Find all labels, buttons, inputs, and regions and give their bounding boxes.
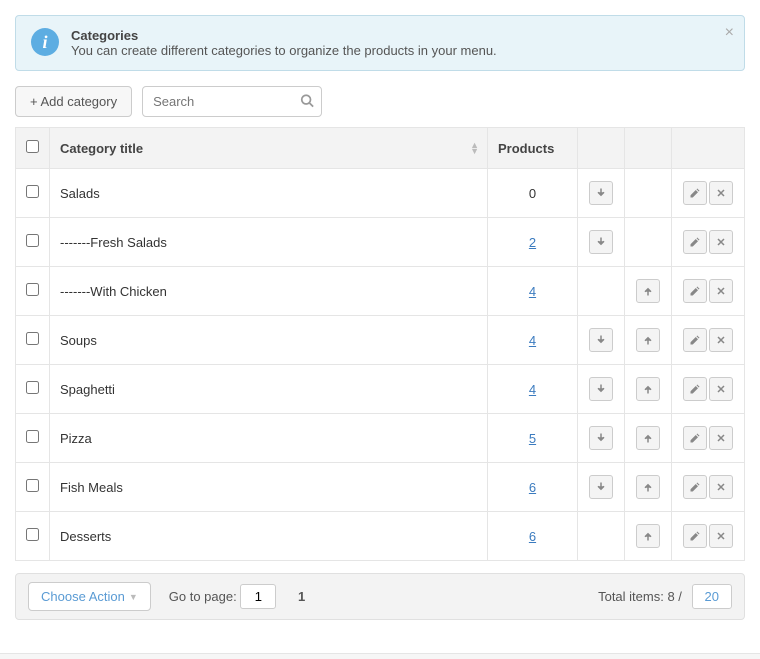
products-link[interactable]: 5 xyxy=(529,431,536,446)
edit-button[interactable] xyxy=(683,524,707,548)
toolbar: + Add category xyxy=(15,86,745,117)
edit-button[interactable] xyxy=(683,181,707,205)
move-up-button[interactable] xyxy=(636,426,660,450)
current-page: 1 xyxy=(298,589,305,604)
header-title[interactable]: Category title xyxy=(60,141,143,156)
products-link[interactable]: 4 xyxy=(529,284,536,299)
row-checkbox[interactable] xyxy=(26,234,39,247)
edit-button[interactable] xyxy=(683,475,707,499)
category-title-cell: Spaghetti xyxy=(50,365,488,414)
per-page-select[interactable]: 20 xyxy=(692,584,732,609)
move-down-button[interactable] xyxy=(589,475,613,499)
row-checkbox[interactable] xyxy=(26,283,39,296)
table-row: Pizza 5 xyxy=(16,414,745,463)
edit-button[interactable] xyxy=(683,279,707,303)
products-link[interactable]: 4 xyxy=(529,333,536,348)
select-all-checkbox[interactable] xyxy=(26,140,39,153)
move-down-button[interactable] xyxy=(589,230,613,254)
row-checkbox[interactable] xyxy=(26,332,39,345)
delete-button[interactable] xyxy=(709,328,733,352)
categories-table: Category title ▲▼ Products Salads0------… xyxy=(15,127,745,561)
edit-button[interactable] xyxy=(683,230,707,254)
delete-button[interactable] xyxy=(709,426,733,450)
info-banner: i Categories You can create different ca… xyxy=(15,15,745,71)
table-row: Fish Meals 6 xyxy=(16,463,745,512)
banner-text: You can create different categories to o… xyxy=(71,43,497,58)
move-up-button[interactable] xyxy=(636,524,660,548)
products-link[interactable]: 6 xyxy=(529,480,536,495)
info-icon: i xyxy=(31,28,59,56)
delete-button[interactable] xyxy=(709,475,733,499)
sort-icon[interactable]: ▲▼ xyxy=(470,142,479,154)
category-title-cell: Pizza xyxy=(50,414,488,463)
category-title-cell: -------Fresh Salads xyxy=(50,218,488,267)
page-divider xyxy=(0,653,760,659)
row-checkbox[interactable] xyxy=(26,430,39,443)
category-title-cell: -------With Chicken xyxy=(50,267,488,316)
products-link[interactable]: 2 xyxy=(529,235,536,250)
table-row: Salads0 xyxy=(16,169,745,218)
table-row: Spaghetti 4 xyxy=(16,365,745,414)
edit-button[interactable] xyxy=(683,377,707,401)
row-checkbox[interactable] xyxy=(26,528,39,541)
delete-button[interactable] xyxy=(709,377,733,401)
total-items-label: Total items: 8 / xyxy=(598,589,682,604)
table-row: Soups 4 xyxy=(16,316,745,365)
category-title-cell: Soups xyxy=(50,316,488,365)
move-down-button[interactable] xyxy=(589,377,613,401)
delete-button[interactable] xyxy=(709,524,733,548)
edit-button[interactable] xyxy=(683,328,707,352)
table-row: -------Fresh Salads 2 xyxy=(16,218,745,267)
table-row: -------With Chicken 4 xyxy=(16,267,745,316)
category-title-cell: Salads xyxy=(50,169,488,218)
close-icon[interactable]: × xyxy=(725,24,734,42)
move-down-button[interactable] xyxy=(589,426,613,450)
banner-title: Categories xyxy=(71,28,497,43)
table-row: Desserts 6 xyxy=(16,512,745,561)
row-checkbox[interactable] xyxy=(26,185,39,198)
chevron-down-icon: ▼ xyxy=(129,592,138,602)
edit-button[interactable] xyxy=(683,426,707,450)
footer-bar: Choose Action ▼ Go to page: 1 Total item… xyxy=(15,573,745,620)
delete-button[interactable] xyxy=(709,279,733,303)
move-up-button[interactable] xyxy=(636,475,660,499)
goto-page-input[interactable] xyxy=(240,584,276,609)
goto-label: Go to page: xyxy=(169,589,237,604)
move-up-button[interactable] xyxy=(636,279,660,303)
row-checkbox[interactable] xyxy=(26,381,39,394)
row-checkbox[interactable] xyxy=(26,479,39,492)
search-input[interactable] xyxy=(142,86,322,117)
move-down-button[interactable] xyxy=(589,181,613,205)
search-icon xyxy=(300,93,314,110)
move-up-button[interactable] xyxy=(636,328,660,352)
products-link[interactable]: 4 xyxy=(529,382,536,397)
choose-action-dropdown[interactable]: Choose Action ▼ xyxy=(28,582,151,611)
category-title-cell: Desserts xyxy=(50,512,488,561)
products-count: 0 xyxy=(488,169,578,218)
add-category-button[interactable]: + Add category xyxy=(15,86,132,117)
category-title-cell: Fish Meals xyxy=(50,463,488,512)
header-products: Products xyxy=(498,141,554,156)
move-up-button[interactable] xyxy=(636,377,660,401)
products-link[interactable]: 6 xyxy=(529,529,536,544)
move-down-button[interactable] xyxy=(589,328,613,352)
delete-button[interactable] xyxy=(709,181,733,205)
delete-button[interactable] xyxy=(709,230,733,254)
